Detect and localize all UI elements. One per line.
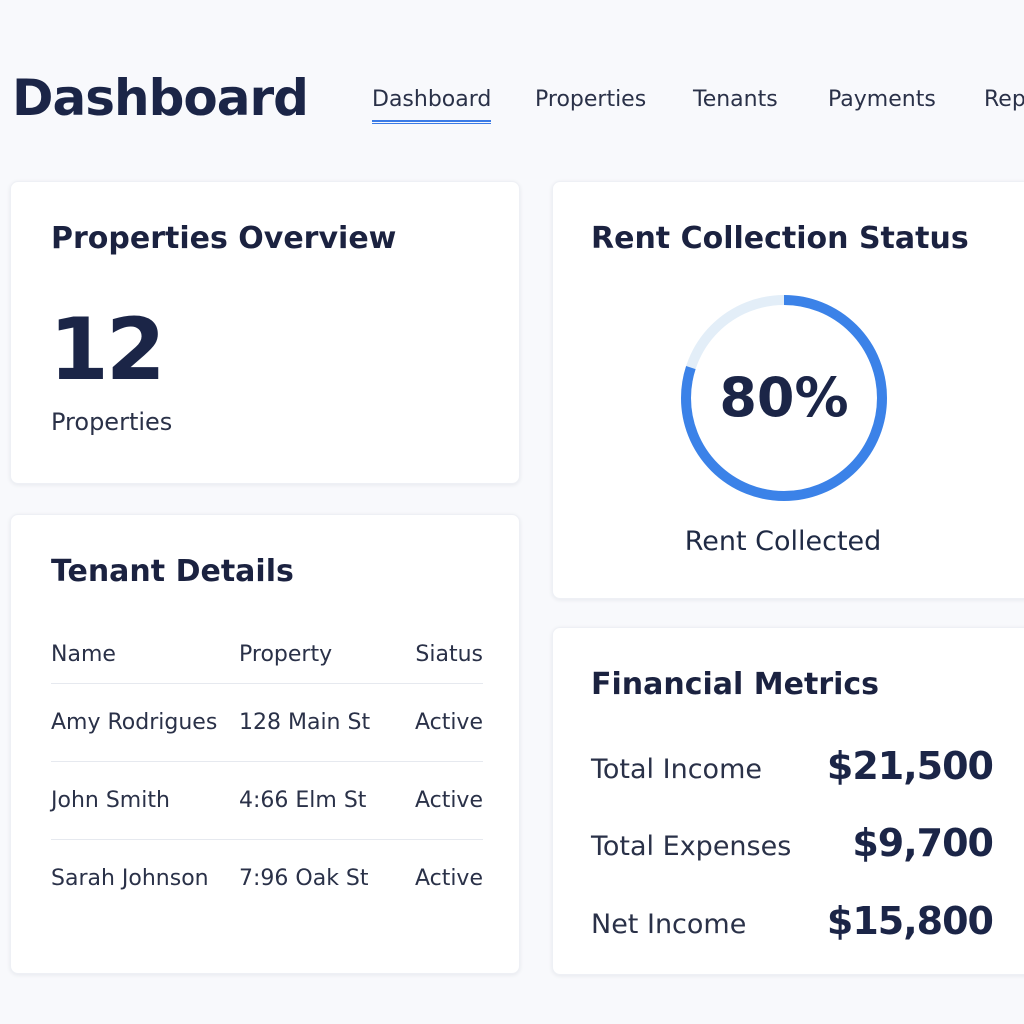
properties-count: 12 bbox=[49, 300, 166, 400]
rent-collection-card: Rent Collection Status 80% Rent Collecte… bbox=[552, 181, 1024, 599]
metric-value: $15,800 bbox=[826, 899, 994, 943]
metric-label: Total Expenses bbox=[591, 831, 792, 862]
tenant-details-card: Tenant Details Name Property Siatus Amy … bbox=[10, 514, 520, 974]
tenant-details-title: Tenant Details bbox=[51, 554, 294, 589]
column-header-status: Siatus bbox=[415, 641, 483, 667]
properties-overview-card: Properties Overview 12 Properties bbox=[10, 181, 520, 484]
tenant-name: John Smith bbox=[51, 761, 239, 840]
metric-value: $21,500 bbox=[826, 744, 994, 788]
tab-reports[interactable]: Rep bbox=[984, 84, 1024, 116]
tenant-name: Sarah Johnson bbox=[51, 839, 239, 917]
table-header-row: Name Property Siatus bbox=[51, 625, 483, 684]
tenant-status: Active bbox=[409, 761, 483, 840]
metric-label: Total Income bbox=[591, 754, 762, 785]
tab-payments[interactable]: Payments bbox=[828, 84, 936, 116]
column-header-name: Name bbox=[51, 641, 116, 667]
financial-metrics-card: Financial Metrics Total Income $21,500 T… bbox=[552, 627, 1024, 975]
tenant-table: Name Property Siatus Amy Rodrigues 128 M… bbox=[51, 625, 483, 917]
rent-collection-title: Rent Collection Status bbox=[591, 221, 969, 256]
tenant-property: 7:96 Oak St bbox=[239, 839, 409, 917]
rent-collected-percent: 80% bbox=[719, 366, 849, 429]
metric-total-expenses: Total Expenses $9,700 bbox=[591, 821, 994, 871]
page-title: Dashboard bbox=[12, 69, 309, 127]
tab-properties[interactable]: Properties bbox=[535, 84, 646, 116]
tenant-property: 128 Main St bbox=[239, 683, 409, 762]
tenant-property: 4:66 Elm St bbox=[239, 761, 409, 840]
table-row[interactable]: John Smith 4:66 Elm St Active bbox=[51, 761, 483, 840]
table-row[interactable]: Sarah Johnson 7:96 Oak St Active bbox=[51, 839, 483, 917]
rent-collected-label: Rent Collected bbox=[684, 526, 882, 557]
tenant-status: Active bbox=[409, 839, 483, 917]
column-header-property: Property bbox=[239, 641, 333, 667]
properties-count-label: Properties bbox=[51, 408, 173, 436]
properties-overview-title: Properties Overview bbox=[51, 221, 397, 256]
tab-tenants[interactable]: Tenants bbox=[693, 84, 778, 116]
metric-value: $9,700 bbox=[852, 821, 994, 865]
table-row[interactable]: Amy Rodrigues 128 Main St Active bbox=[51, 683, 483, 762]
top-nav: Dashboard Properties Tenants Payments Re… bbox=[372, 84, 1024, 134]
tenant-name: Amy Rodrigues bbox=[51, 683, 239, 762]
financial-metrics-title: Financial Metrics bbox=[591, 667, 880, 702]
metric-net-income: Net Income $15,800 bbox=[591, 899, 994, 949]
tenant-status: Active bbox=[409, 683, 483, 762]
metric-label: Net Income bbox=[591, 909, 747, 940]
metric-total-income: Total Income $21,500 bbox=[591, 744, 994, 794]
tab-dashboard[interactable]: Dashboard bbox=[372, 84, 492, 124]
